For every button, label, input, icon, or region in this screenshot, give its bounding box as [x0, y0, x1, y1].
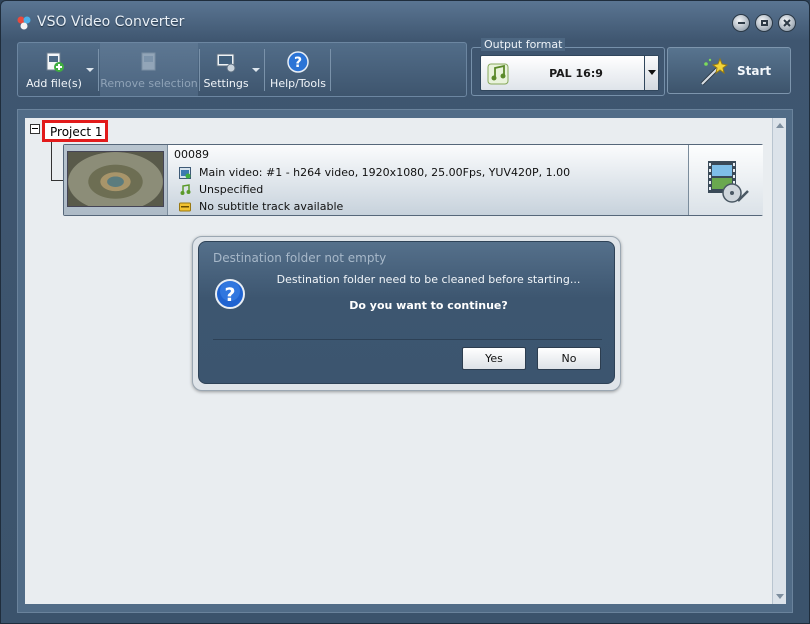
minimize-icon	[737, 22, 745, 24]
scroll-down-icon[interactable]	[776, 594, 784, 599]
start-label: Start	[737, 64, 772, 78]
dialog-title: Destination folder not empty	[213, 251, 387, 265]
toolbar-separator	[98, 49, 99, 91]
title-bar: VSO Video Converter	[1, 1, 809, 41]
svg-text:?: ?	[294, 55, 302, 71]
audio-track-icon	[180, 184, 191, 195]
minimize-button[interactable]	[732, 14, 750, 32]
no-button[interactable]: No	[537, 347, 601, 370]
remove-selection-button[interactable]: Remove selection	[100, 43, 198, 96]
tree-connector	[51, 141, 52, 181]
tree-connector	[51, 180, 63, 181]
main-toolbar: Add file(s) Remove selection Settings ? …	[17, 42, 467, 97]
settings-label: Settings	[203, 77, 249, 90]
subtitle-icon	[179, 202, 191, 212]
add-files-label: Add file(s)	[26, 77, 82, 90]
output-format-select[interactable]: PAL 16:9	[480, 55, 659, 91]
yes-button[interactable]: Yes	[462, 347, 526, 370]
close-button[interactable]	[778, 14, 796, 32]
dialog-question: Do you want to continue?	[349, 299, 508, 312]
add-files-button[interactable]: Add file(s)	[22, 43, 86, 96]
video-track-icon	[179, 167, 191, 179]
vertical-scrollbar[interactable]	[772, 118, 786, 604]
subtitle-track-text: No subtitle track available	[199, 200, 344, 213]
output-format-value: PAL 16:9	[549, 67, 603, 80]
thumbnail-frame	[64, 145, 168, 215]
film-edit-icon	[708, 161, 749, 203]
file-item[interactable]: 00089 Main video: #1 - h264 video, 1920x…	[63, 144, 763, 216]
help-tools-label: Help/Tools	[270, 77, 326, 90]
help-tools-button[interactable]: ? Help/Tools	[268, 43, 328, 96]
video-track-text: Main video: #1 - h264 video, 1920x1080, …	[199, 166, 571, 179]
svg-text:?: ?	[224, 284, 235, 306]
settings-button[interactable]: Settings	[201, 43, 251, 96]
add-file-icon	[46, 52, 64, 72]
music-note-icon	[487, 63, 509, 85]
project-name: Project 1	[50, 125, 103, 139]
project-node[interactable]: Project 1	[42, 120, 108, 142]
file-name: 00089	[174, 148, 209, 161]
audio-track-text: Unspecified	[199, 183, 264, 196]
maximize-button[interactable]	[755, 14, 773, 32]
remove-selection-label: Remove selection	[100, 77, 198, 90]
toolbar-separator	[199, 49, 200, 91]
add-files-dropdown-icon[interactable]	[86, 68, 94, 72]
help-icon: ?	[287, 51, 309, 73]
remove-file-icon	[141, 52, 156, 71]
chevron-down-icon[interactable]	[644, 56, 658, 90]
maximize-icon	[760, 20, 768, 26]
toolbar-separator	[264, 49, 265, 91]
settings-icon	[216, 53, 236, 73]
app-window: VSO Video Converter Add file(s) Remove s…	[0, 0, 810, 624]
app-logo-icon	[17, 16, 31, 30]
magic-wand-icon	[700, 57, 728, 86]
scroll-up-icon[interactable]	[776, 123, 784, 128]
start-button[interactable]: Start	[667, 47, 791, 94]
settings-dropdown-icon[interactable]	[252, 68, 260, 72]
collapse-icon[interactable]	[30, 124, 40, 134]
window-title: VSO Video Converter	[37, 14, 185, 30]
question-icon: ?	[215, 279, 245, 309]
dialog-divider	[213, 339, 602, 340]
toolbar-separator	[330, 49, 331, 91]
output-format-label: Output format	[481, 38, 566, 51]
video-thumbnail	[67, 151, 164, 207]
edit-video-button[interactable]	[688, 145, 763, 215]
file-info: 00089 Main video: #1 - h264 video, 1920x…	[174, 148, 570, 213]
close-icon	[783, 19, 791, 27]
dialog-message: Destination folder need to be cleaned be…	[276, 273, 581, 286]
